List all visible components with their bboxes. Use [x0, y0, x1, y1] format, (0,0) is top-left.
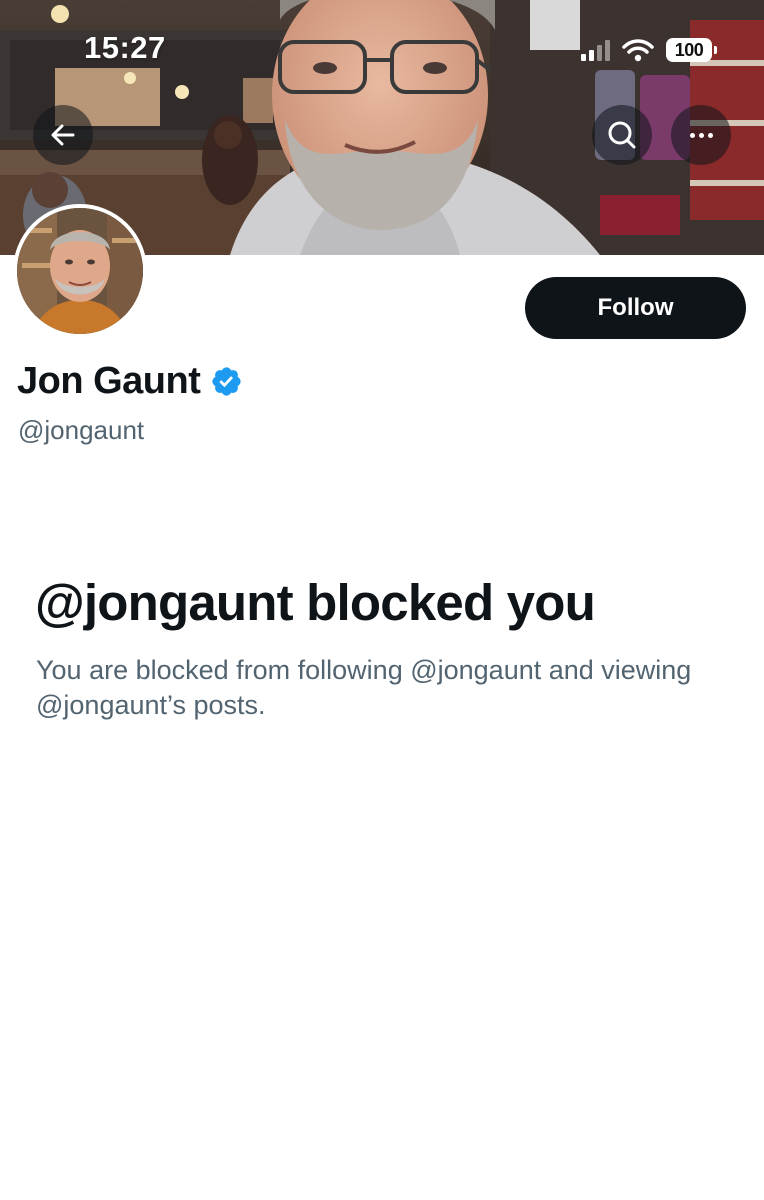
- blocked-description: You are blocked from following @jongaunt…: [36, 655, 692, 720]
- profile-screen: 15:27 100 Follow Jon Gaunt @jongaunt @jo…: [0, 0, 764, 1200]
- display-name: Jon Gaunt: [17, 360, 201, 402]
- profile-handle: @jongaunt: [18, 415, 145, 445]
- more-options-button[interactable]: [671, 105, 731, 165]
- verified-badge-icon[interactable]: [210, 365, 243, 398]
- back-button[interactable]: [33, 105, 93, 165]
- more-icon: [689, 132, 713, 138]
- search-icon: [608, 121, 636, 149]
- blocked-title: @jongaunt blocked you: [35, 574, 596, 631]
- battery-level: 100: [674, 39, 704, 60]
- back-arrow-icon: [51, 124, 75, 146]
- battery-icon: 100: [666, 38, 717, 62]
- status-indicators: 100: [581, 34, 717, 66]
- signal-icon: [581, 39, 610, 61]
- wifi-icon: [622, 39, 654, 62]
- profile-avatar[interactable]: [13, 204, 147, 338]
- avatar-photo: [17, 208, 143, 334]
- follow-button[interactable]: Follow: [525, 277, 746, 339]
- profile-name-row: Jon Gaunt: [17, 360, 243, 403]
- status-time: 15:27: [84, 30, 166, 65]
- search-button[interactable]: [592, 105, 652, 165]
